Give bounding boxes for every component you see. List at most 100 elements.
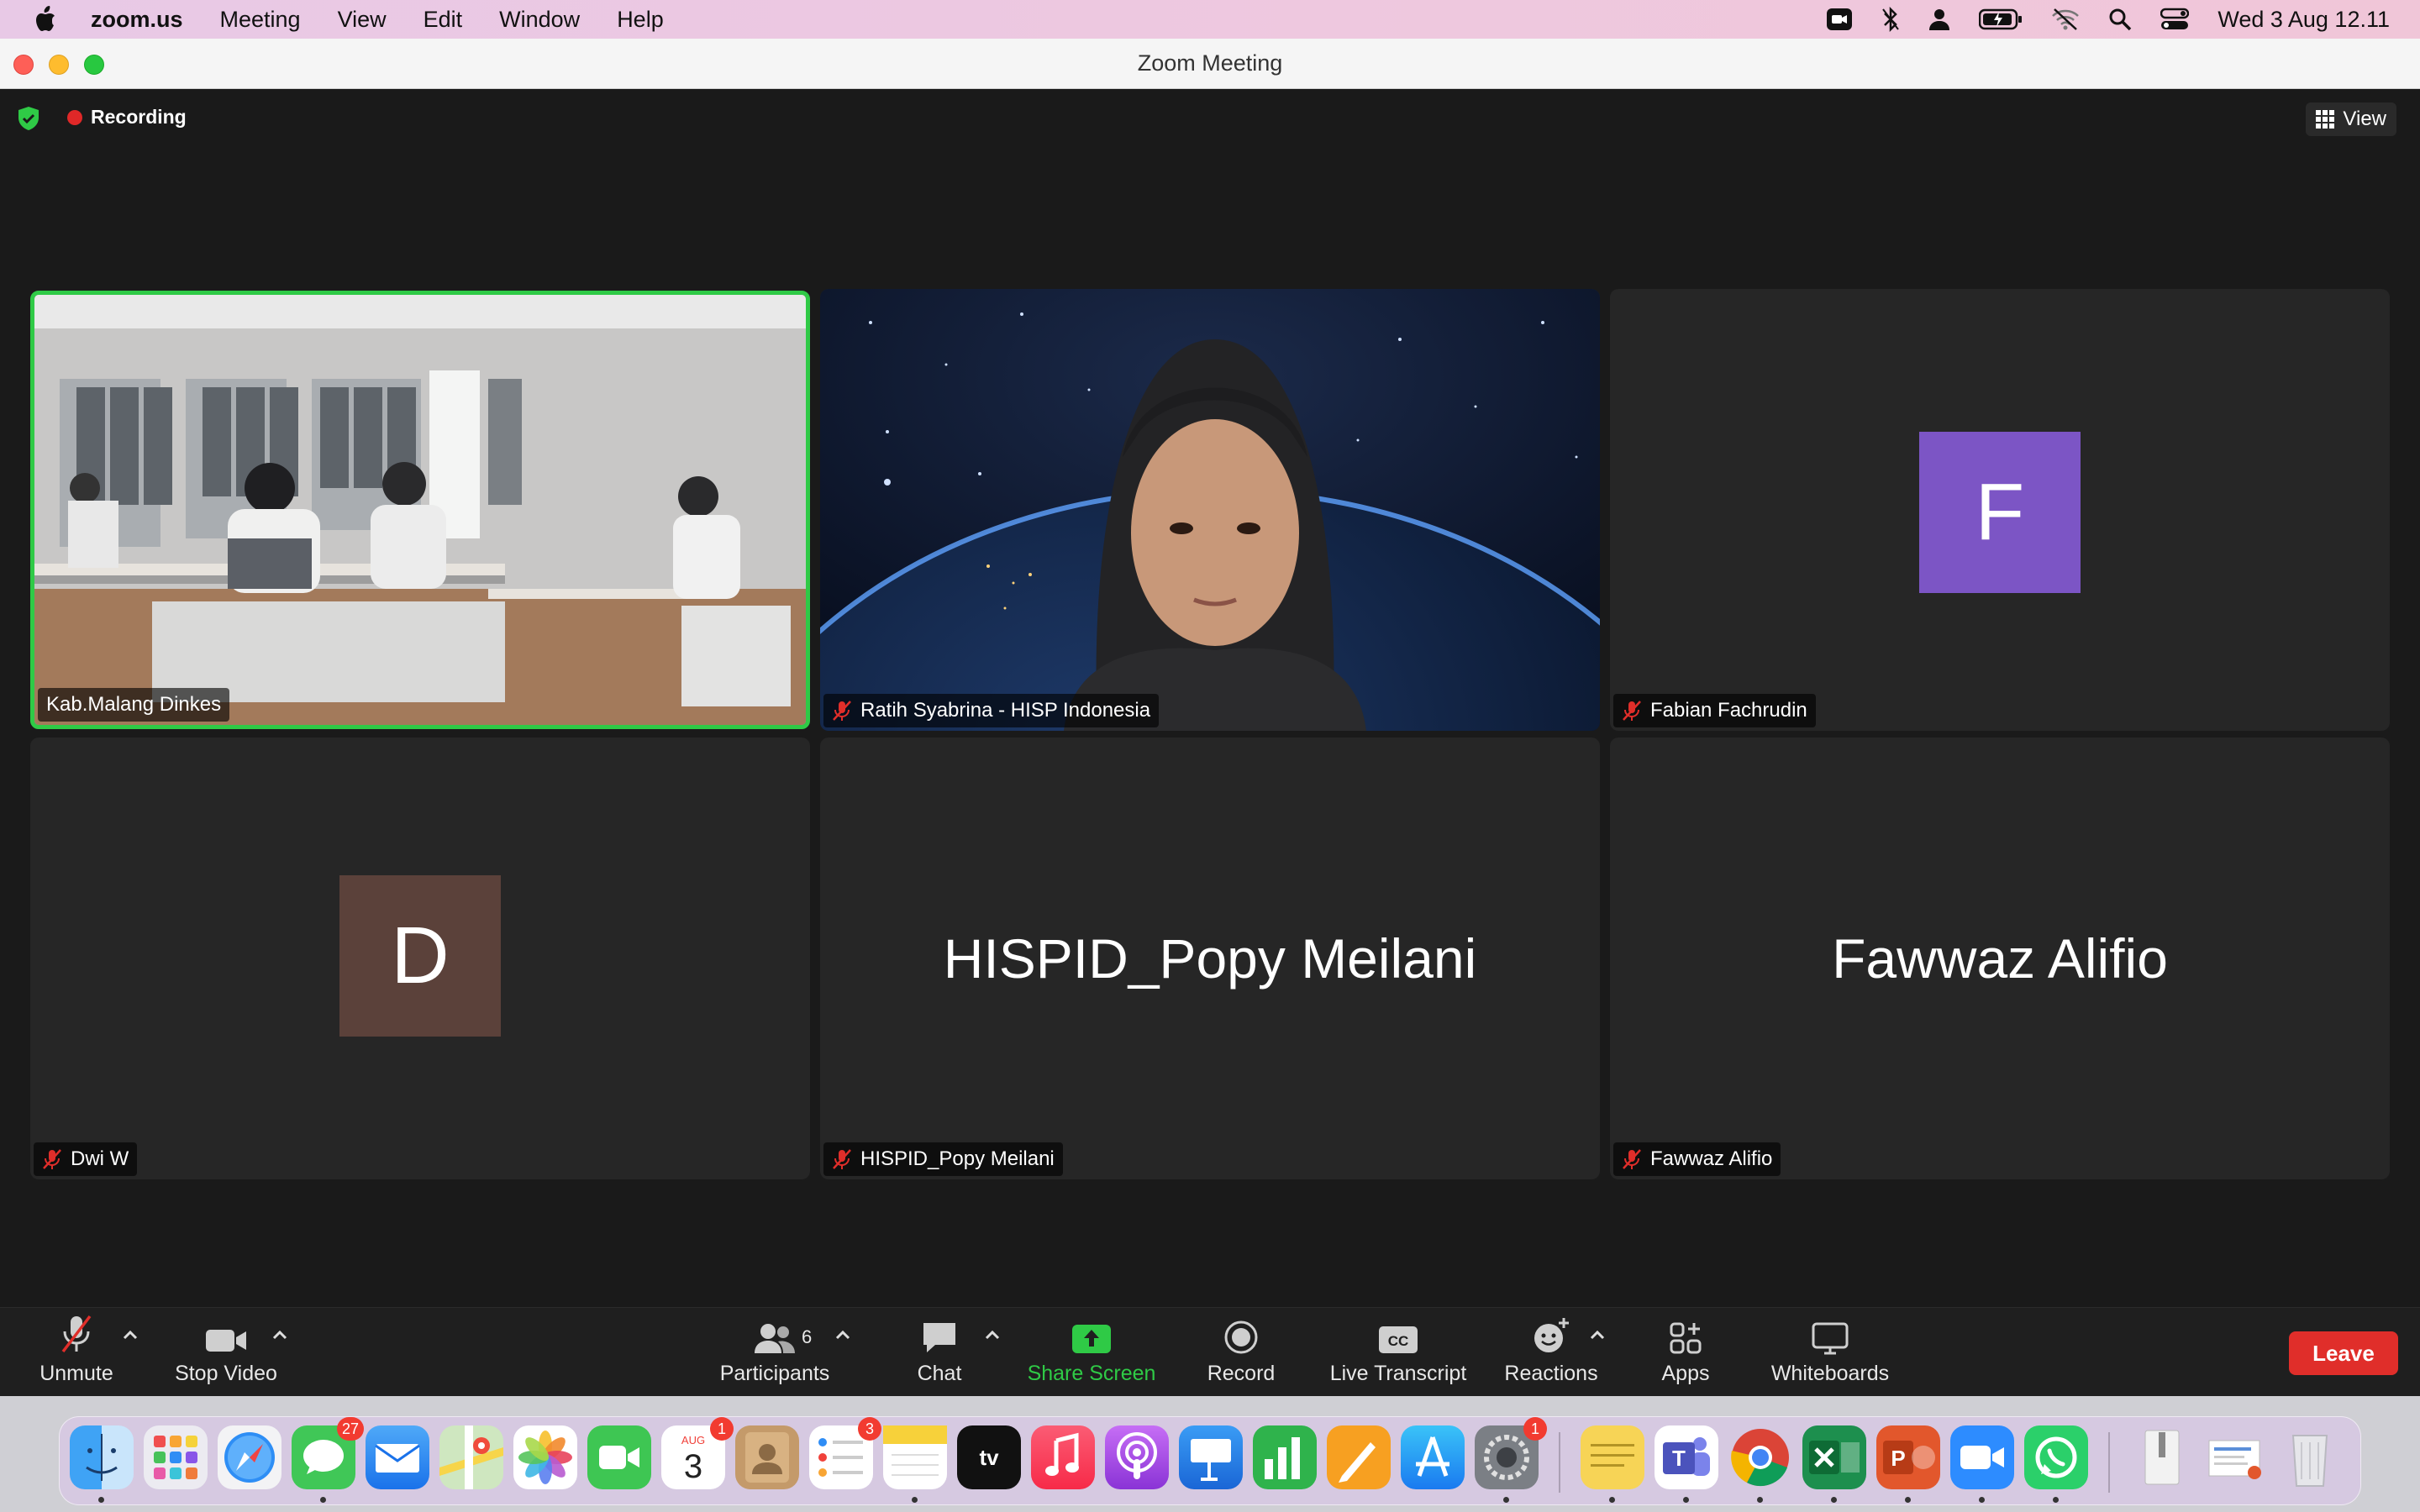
- apps-label: Apps: [1661, 1362, 1710, 1385]
- unmute-button[interactable]: Unmute: [34, 1308, 119, 1397]
- live-transcript-label: Live Transcript: [1329, 1362, 1467, 1385]
- menu-clock[interactable]: Wed 3 Aug 12.11: [2217, 7, 2390, 33]
- dock-stickies-icon[interactable]: [1581, 1425, 1644, 1503]
- participant-tile[interactable]: Ratih Syabrina - HISP Indonesia: [820, 289, 1600, 731]
- dock-mail-icon[interactable]: [366, 1425, 429, 1489]
- participant-name-tag: Fawwaz Alifio: [1613, 1142, 1781, 1176]
- close-window-button[interactable]: [13, 55, 34, 75]
- closed-caption-icon: CC: [1379, 1326, 1418, 1353]
- share-screen-button[interactable]: Share Screen: [1020, 1308, 1163, 1397]
- dock-trash-icon[interactable]: [2278, 1425, 2342, 1489]
- apple-menu-icon[interactable]: [30, 5, 59, 34]
- participant-tile[interactable]: Fawwaz Alifio Fawwaz Alifio: [1610, 738, 2390, 1179]
- record-button[interactable]: Record: [1202, 1308, 1281, 1397]
- muted-mic-icon: [1623, 701, 1641, 721]
- wifi-off-icon[interactable]: [2051, 8, 2080, 31]
- dock-powerpoint-icon[interactable]: P: [1876, 1425, 1940, 1503]
- dock-pages-icon[interactable]: [1327, 1425, 1391, 1489]
- participant-avatar: F: [1919, 432, 2081, 593]
- video-options-chevron-icon[interactable]: [272, 1330, 287, 1340]
- user-icon[interactable]: [1928, 8, 1950, 31]
- reactions-button[interactable]: Reactions: [1502, 1308, 1600, 1397]
- leave-meeting-button[interactable]: Leave: [2289, 1331, 2398, 1375]
- recording-indicator[interactable]: Recording: [67, 106, 187, 129]
- dock-appletv-icon[interactable]: tv: [957, 1425, 1021, 1489]
- minimize-window-button[interactable]: [49, 55, 69, 75]
- zoom-status-icon[interactable]: [1826, 8, 1853, 31]
- svg-text:tv: tv: [979, 1445, 999, 1470]
- dock-contacts-icon[interactable]: [735, 1425, 799, 1489]
- chat-label: Chat: [917, 1362, 962, 1385]
- grid-view-icon: [2316, 110, 2335, 129]
- participant-name: HISPID_Popy Meilani: [860, 1147, 1055, 1170]
- menu-help[interactable]: Help: [617, 7, 664, 33]
- battery-icon[interactable]: [1979, 8, 2023, 30]
- apps-button[interactable]: Apps: [1652, 1308, 1719, 1397]
- dock-zoom-icon[interactable]: [1950, 1425, 2014, 1503]
- dock-chrome-icon[interactable]: [1728, 1425, 1792, 1503]
- bluetooth-icon[interactable]: [1881, 7, 1900, 32]
- live-transcript-button[interactable]: CC Live Transcript: [1324, 1308, 1472, 1397]
- stop-video-label: Stop Video: [175, 1362, 277, 1385]
- participant-tile[interactable]: F Fabian Fachrudin: [1610, 289, 2390, 731]
- video-camera-icon: [206, 1330, 246, 1352]
- svg-text:T: T: [1672, 1446, 1686, 1471]
- menu-meeting[interactable]: Meeting: [220, 7, 301, 33]
- fullscreen-window-button[interactable]: [84, 55, 104, 75]
- stop-video-button[interactable]: Stop Video: [171, 1308, 281, 1397]
- dock-podcasts-icon[interactable]: [1105, 1425, 1169, 1489]
- participant-display-name: Fawwaz Alifio: [1832, 927, 2168, 990]
- participants-button[interactable]: Participants: [716, 1308, 834, 1397]
- whiteboard-icon: [1812, 1322, 1849, 1355]
- dock-reminders-icon[interactable]: 3: [809, 1417, 881, 1489]
- chat-button[interactable]: Chat: [904, 1308, 975, 1397]
- dock-safari-icon[interactable]: [218, 1425, 281, 1489]
- dock-teams-icon[interactable]: T: [1655, 1425, 1718, 1503]
- menu-edit[interactable]: Edit: [424, 7, 463, 33]
- calendar-day: 3: [684, 1448, 702, 1485]
- dock-zip-file-icon[interactable]: [2130, 1425, 2194, 1489]
- dock-facetime-icon[interactable]: [587, 1425, 651, 1489]
- participant-name-tag: Ratih Syabrina - HISP Indonesia: [823, 694, 1160, 727]
- search-icon[interactable]: [2108, 8, 2132, 31]
- reactions-options-chevron-icon[interactable]: [1590, 1330, 1605, 1340]
- dock-photos-icon[interactable]: [513, 1425, 577, 1489]
- svg-text:P: P: [1891, 1446, 1905, 1471]
- chat-options-chevron-icon[interactable]: [985, 1330, 1000, 1340]
- dock-app-store-icon[interactable]: [1401, 1425, 1465, 1489]
- avatar-initial: F: [1975, 467, 2025, 557]
- chat-bubble-icon: [923, 1323, 955, 1352]
- encryption-shield-icon[interactable]: [17, 106, 40, 131]
- menu-view[interactable]: View: [338, 7, 387, 33]
- dock-music-icon[interactable]: [1031, 1425, 1095, 1489]
- participants-options-chevron-icon[interactable]: [835, 1330, 850, 1340]
- dock-document-icon[interactable]: [2204, 1425, 2268, 1489]
- dock-excel-icon[interactable]: [1802, 1425, 1866, 1503]
- dock-notes-icon[interactable]: [883, 1425, 947, 1503]
- dock-system-settings-icon[interactable]: 1: [1475, 1417, 1547, 1503]
- dock-whatsapp-icon[interactable]: [2024, 1425, 2088, 1503]
- participant-tile[interactable]: D Dwi W: [30, 738, 810, 1179]
- menu-window[interactable]: Window: [499, 7, 580, 33]
- participant-avatar: D: [339, 875, 501, 1037]
- window-title-bar: Zoom Meeting: [0, 39, 2420, 89]
- share-screen-icon: [1072, 1325, 1111, 1353]
- participant-tile-active-speaker[interactable]: Kab.Malang Dinkes: [30, 291, 810, 729]
- dock-finder-icon[interactable]: [70, 1425, 134, 1503]
- dock-maps-icon[interactable]: [439, 1425, 503, 1489]
- view-button[interactable]: View: [2306, 102, 2396, 136]
- whiteboards-button[interactable]: Whiteboards: [1765, 1308, 1896, 1397]
- dock-numbers-icon[interactable]: [1253, 1425, 1317, 1489]
- participants-icon: [755, 1324, 795, 1353]
- dock-messages-icon[interactable]: 27: [292, 1417, 364, 1503]
- dock-calendar-icon[interactable]: AUG 3 1: [661, 1417, 734, 1489]
- dock-keynote-icon[interactable]: [1179, 1425, 1243, 1489]
- dock-launchpad-icon[interactable]: [144, 1425, 208, 1489]
- menu-bar: zoom.us Meeting View Edit Window Help We…: [0, 0, 2420, 39]
- participant-tile[interactable]: HISPID_Popy Meilani HISPID_Popy Meilani: [820, 738, 1600, 1179]
- calendar-badge: 1: [710, 1417, 734, 1441]
- menu-app-name[interactable]: zoom.us: [91, 7, 183, 33]
- control-center-icon[interactable]: [2160, 8, 2190, 31]
- apps-icon: [1670, 1322, 1702, 1354]
- audio-options-chevron-icon[interactable]: [123, 1330, 138, 1340]
